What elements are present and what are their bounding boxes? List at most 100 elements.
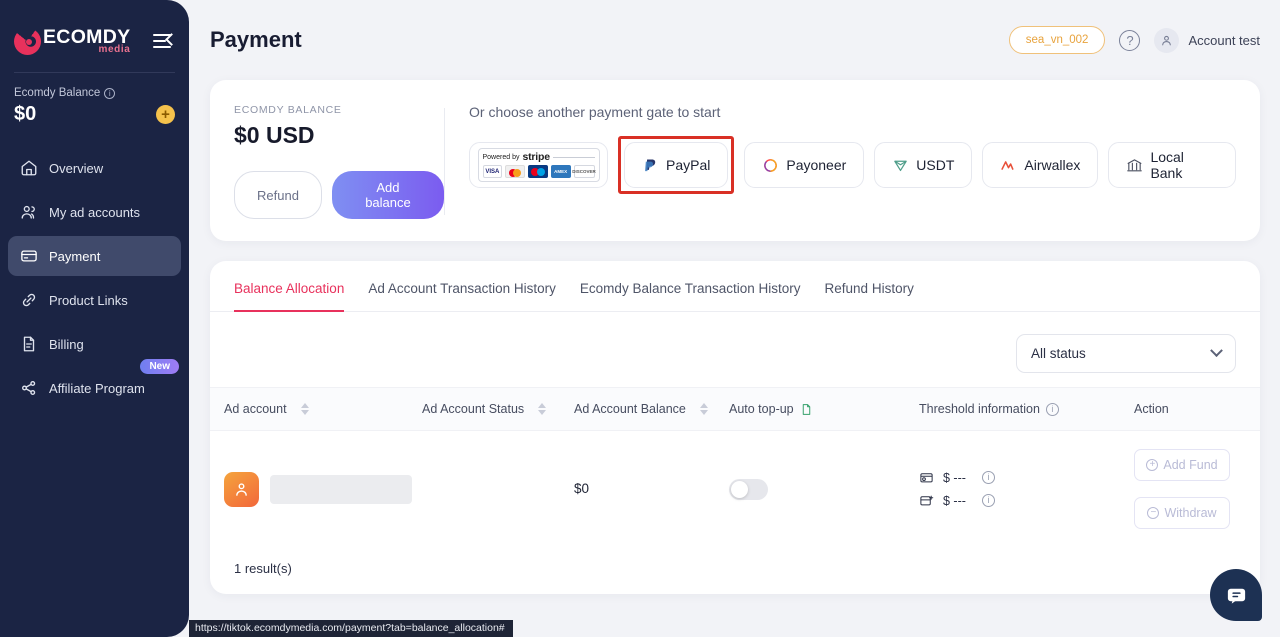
cell-action: + Add Fund − Withdraw — [1134, 431, 1260, 548]
threshold-value: $ --- — [943, 493, 966, 508]
sidebar-item-label: Overview — [49, 160, 104, 176]
auto-topup-toggle[interactable] — [729, 478, 768, 500]
sort-icon[interactable] — [699, 403, 708, 415]
cell-auto-top-up — [729, 431, 919, 548]
usdt-icon — [892, 157, 909, 174]
info-icon[interactable]: i — [1045, 402, 1059, 416]
sidebar-balance-row: $0 + — [14, 103, 175, 126]
user-menu[interactable]: Account test — [1154, 27, 1260, 53]
sidebar-item-overview[interactable]: Overview — [8, 148, 181, 188]
tab-balance-allocation[interactable]: Balance Allocation — [234, 261, 345, 312]
result-count: 1 result(s) — [234, 561, 292, 576]
cell-ad-account — [210, 431, 422, 548]
sidebar-item-product-links[interactable]: Product Links — [8, 280, 181, 320]
info-icon[interactable]: i — [982, 494, 995, 507]
users-icon — [20, 203, 38, 221]
sidebar-item-label: Billing — [49, 336, 84, 352]
col-label: Threshold information — [919, 402, 1040, 416]
gateway-payoneer[interactable]: Payoneer — [744, 142, 865, 188]
wallet-icon — [919, 470, 934, 485]
paypal-icon — [642, 157, 659, 174]
topbar: Payment sea_vn_002 ? Account test — [189, 0, 1280, 80]
sort-icon[interactable] — [538, 403, 547, 415]
add-balance-plus-icon[interactable]: + — [156, 105, 175, 124]
withdraw-button[interactable]: − Withdraw — [1134, 497, 1230, 529]
add-balance-button[interactable]: Add balance — [331, 171, 444, 219]
status-bar-url: https://tiktok.ecomdymedia.com/payment?t… — [189, 620, 513, 637]
gateway-local-bank[interactable]: Local Bank — [1108, 142, 1236, 188]
account-chip[interactable]: sea_vn_002 — [1008, 26, 1106, 54]
logo-text: ECOMDY media — [43, 27, 130, 56]
share-icon — [20, 379, 38, 397]
allocation-card: Balance Allocation Ad Account Transactio… — [210, 261, 1260, 594]
table-row: $0 $ --- i $ --- i + Add Fund − Withdraw — [210, 431, 1260, 548]
col-label: Ad Account Status — [422, 402, 525, 416]
col-ad-account-balance[interactable]: Ad Account Balance — [574, 387, 729, 431]
stripe-rule — [552, 156, 595, 158]
gateway-title: Or choose another payment gate to start — [469, 104, 721, 120]
cell-threshold-information: $ --- i $ --- i — [919, 431, 1134, 548]
table-head: Ad account Ad Account Status Ad Account … — [210, 387, 1260, 431]
threshold-value: $ --- — [943, 470, 966, 485]
sort-icon[interactable] — [300, 403, 309, 415]
threshold-line: $ --- i — [919, 470, 1134, 485]
paypal-highlight-box: PayPal — [618, 136, 735, 194]
discover-icon: DISCOVER — [572, 165, 596, 179]
logo[interactable]: ECOMDY media — [0, 14, 189, 58]
sidebar-item-payment[interactable]: Payment — [8, 236, 181, 276]
question-mark-icon[interactable]: ? — [1119, 29, 1141, 51]
gateway-usdt[interactable]: USDT — [874, 142, 973, 188]
allocation-table: Ad account Ad Account Status Ad Account … — [210, 387, 1260, 547]
threshold-line: $ --- i — [919, 493, 1134, 508]
gateway-airwallex[interactable]: Airwallex — [982, 142, 1099, 188]
col-ad-account-status[interactable]: Ad Account Status — [422, 387, 574, 431]
toggle-knob — [731, 480, 748, 498]
tab-refund-history[interactable]: Refund History — [825, 261, 914, 312]
ecomdy-balance-block: ECOMDY BALANCE $0 USD Refund Add balance — [234, 104, 444, 219]
plus-circle-icon: + — [1146, 459, 1159, 471]
link-icon — [20, 291, 38, 309]
gateway-paypal[interactable]: PayPal — [624, 142, 729, 188]
app-root: ECOMDY media Ecomdy Balance i $0 + Overv… — [0, 0, 1280, 637]
home-icon — [20, 159, 38, 177]
stripe-brand: stripe — [522, 150, 550, 163]
filter-row: All status — [210, 312, 1260, 387]
refund-button[interactable]: Refund — [234, 171, 322, 219]
col-head-inner: Ad account — [224, 402, 422, 416]
col-ad-account[interactable]: Ad account — [210, 387, 422, 431]
airwallex-icon — [1000, 157, 1017, 174]
col-head-inner: Threshold information i — [919, 402, 1134, 416]
gateway-label: Airwallex — [1024, 157, 1081, 173]
stripe-powered-by: Powered by — [482, 153, 520, 161]
tab-ecomdy-balance-transaction-history[interactable]: Ecomdy Balance Transaction History — [580, 261, 801, 312]
balance-actions: Refund Add balance — [234, 171, 444, 219]
content-area: ECOMDY BALANCE $0 USD Refund Add balance… — [189, 80, 1280, 594]
table-body: $0 $ --- i $ --- i + Add Fund − Withdraw — [210, 431, 1260, 548]
sidebar-item-label: Affiliate Program — [49, 380, 145, 396]
ecomdy-balance-amount: $0 USD — [234, 122, 315, 148]
tab-ad-account-transaction-history[interactable]: Ad Account Transaction History — [368, 261, 556, 312]
add-fund-button[interactable]: + Add Fund — [1134, 449, 1230, 481]
info-icon[interactable]: i — [982, 471, 995, 484]
bank-icon — [1126, 157, 1143, 174]
sidebar-item-my-ad-accounts[interactable]: My ad accounts — [8, 192, 181, 232]
sidebar-collapse-icon[interactable] — [153, 32, 178, 50]
status-filter-select[interactable]: All status — [1016, 334, 1236, 373]
col-action: Action — [1134, 387, 1260, 431]
payoneer-icon — [762, 157, 779, 174]
credit-card-icon — [20, 247, 38, 265]
info-icon[interactable]: i — [104, 87, 116, 99]
sidebar-item-affiliate-program[interactable]: Affiliate Program New — [8, 359, 181, 408]
ad-account-balance: $0 — [574, 481, 590, 496]
gateway-stripe[interactable]: Powered by stripe VISA AMEX DISCOVER — [469, 142, 608, 188]
document-green-icon[interactable] — [800, 403, 813, 416]
chat-widget-button[interactable] — [1210, 569, 1262, 621]
sidebar: ECOMDY media Ecomdy Balance i $0 + Overv… — [0, 0, 189, 637]
sidebar-item-billing[interactable]: Billing — [8, 324, 181, 364]
gateway-label: Local Bank — [1150, 149, 1184, 181]
withdraw-label: Withdraw — [1164, 506, 1217, 520]
cell-ad-account-status — [422, 431, 574, 548]
card-divider — [444, 108, 445, 215]
stripe-powered-row: Powered by stripe — [483, 152, 595, 163]
col-threshold-information: Threshold information i — [919, 387, 1134, 431]
